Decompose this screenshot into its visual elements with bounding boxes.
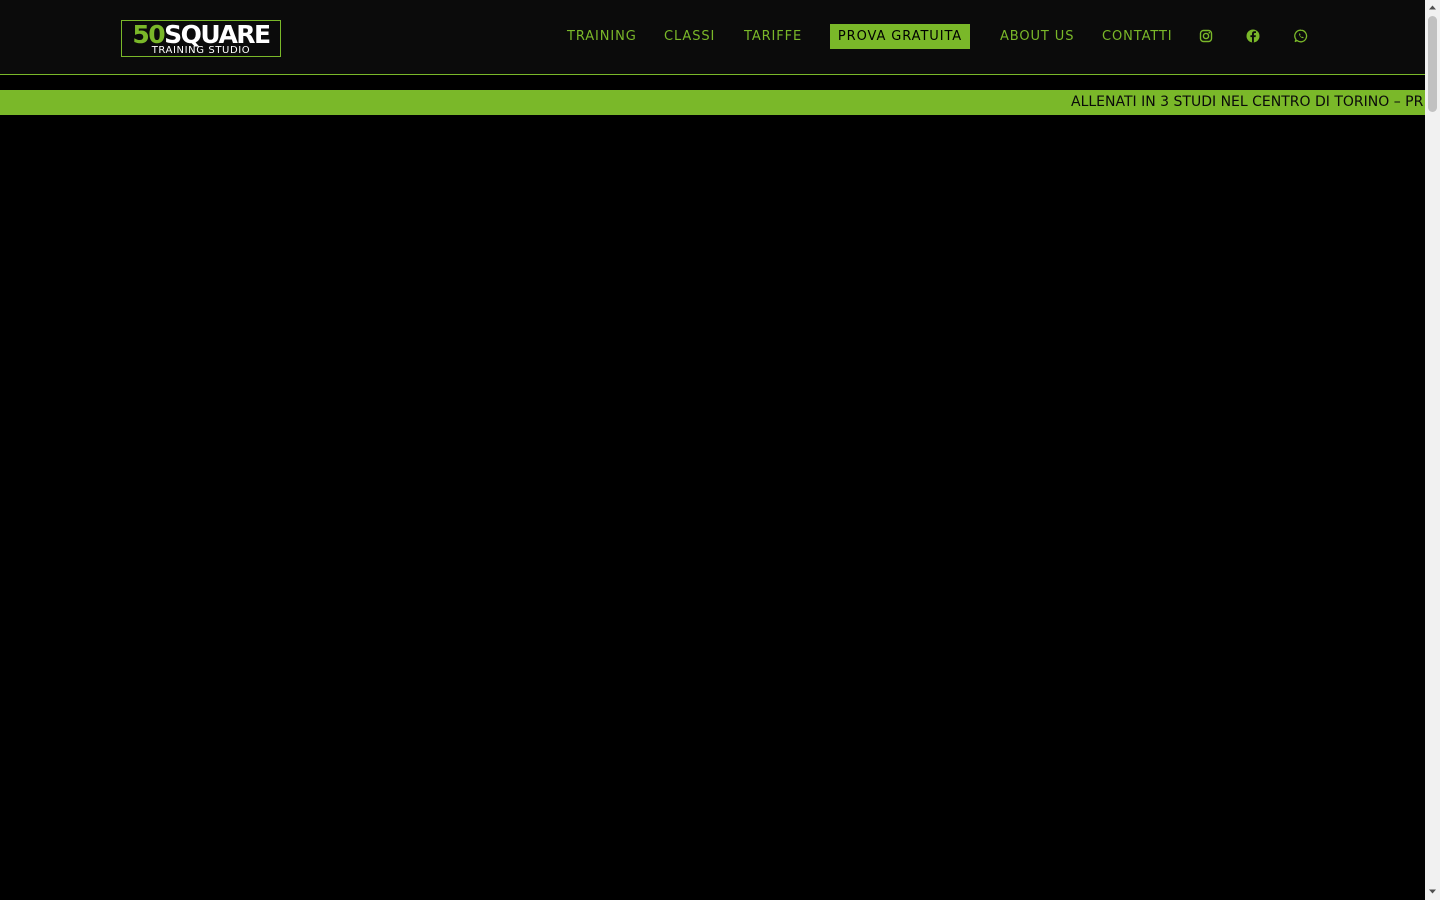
nav-item-training[interactable]: TRAINING [567, 28, 637, 46]
hero-section [0, 115, 1425, 900]
scroll-down-arrow-icon[interactable] [1428, 887, 1437, 896]
ticker-text: ALLENATI IN 3 STUDI NEL CENTRO DI TORINO… [1071, 94, 1424, 110]
nav-item-tariffe[interactable]: TARIFFE [744, 28, 802, 46]
free-trial-button[interactable]: PROVA GRATUITA [830, 24, 970, 49]
logo[interactable]: 50SQUARE TRAINING STUDIO [121, 20, 281, 57]
nav-item-classi[interactable]: CLASSI [664, 28, 715, 46]
facebook-icon[interactable] [1245, 28, 1261, 44]
page: 50SQUARE TRAINING STUDIO TRAINING CLASSI… [0, 0, 1425, 900]
site-header: 50SQUARE TRAINING STUDIO TRAINING CLASSI… [0, 0, 1425, 75]
logo-tagline: TRAINING STUDIO [151, 45, 251, 56]
vertical-scrollbar[interactable] [1425, 0, 1440, 900]
instagram-icon[interactable] [1198, 28, 1214, 44]
nav-item-contatti[interactable]: CONTATTI [1102, 28, 1173, 46]
announcement-ticker: ALLENATI IN 3 STUDI NEL CENTRO DI TORINO… [0, 90, 1425, 115]
whatsapp-icon[interactable] [1293, 28, 1309, 44]
nav-item-about-us[interactable]: ABOUT US [1000, 28, 1074, 46]
scroll-up-arrow-icon[interactable] [1428, 3, 1437, 12]
scrollbar-thumb[interactable] [1428, 16, 1437, 112]
